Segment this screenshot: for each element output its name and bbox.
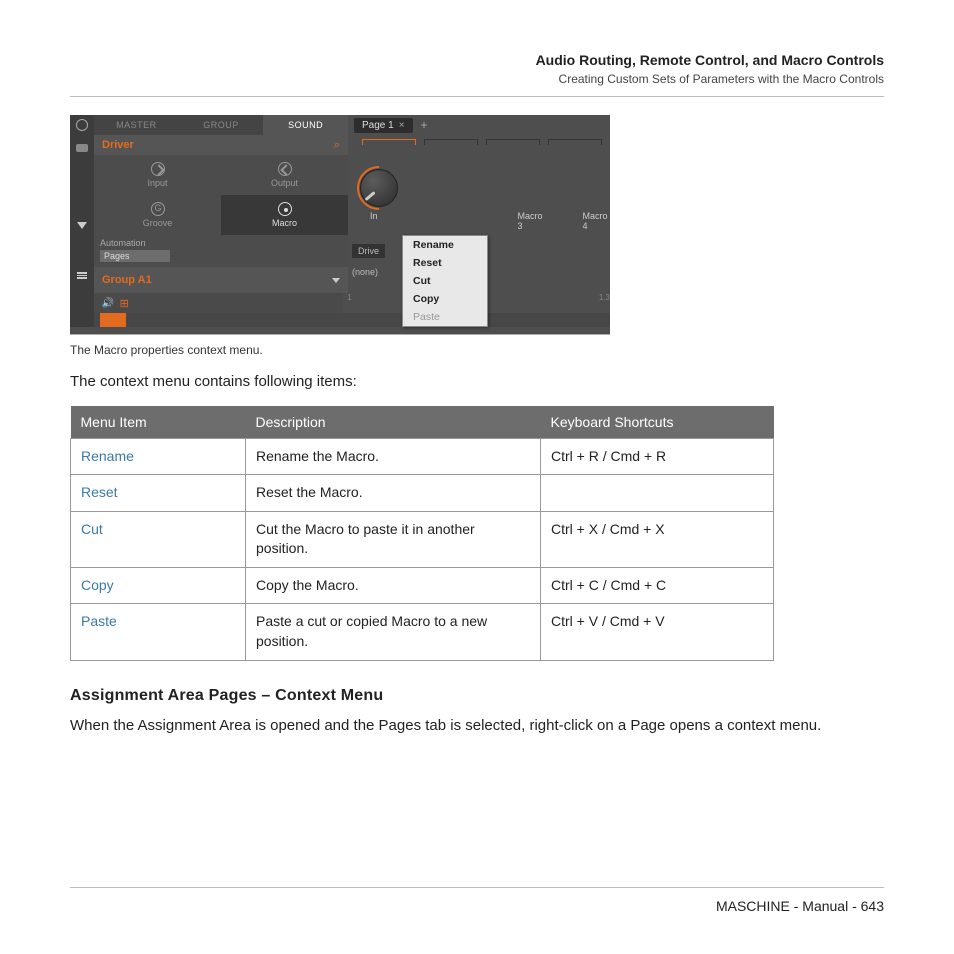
chevron-down-icon[interactable] bbox=[77, 222, 87, 229]
scope-tabs: MASTER GROUP SOUND bbox=[94, 115, 348, 135]
channel-input[interactable]: Input bbox=[94, 155, 221, 195]
header-title: Audio Routing, Remote Control, and Macro… bbox=[70, 52, 884, 68]
page-header: Audio Routing, Remote Control, and Macro… bbox=[70, 52, 884, 86]
th-menu-item: Menu Item bbox=[71, 406, 246, 439]
search-icon[interactable]: ⌕ bbox=[334, 139, 340, 152]
section-heading: Assignment Area Pages – Context Menu bbox=[70, 687, 884, 705]
table-row: Paste Paste a cut or copied Macro to a n… bbox=[71, 604, 774, 660]
target-driver-select[interactable]: Drive bbox=[352, 244, 385, 258]
context-menu-table: Menu Item Description Keyboard Shortcuts… bbox=[70, 406, 774, 661]
menu-icon[interactable] bbox=[77, 272, 87, 279]
cell-item: Rename bbox=[71, 438, 246, 475]
macro-knob-1[interactable] bbox=[360, 169, 398, 207]
cell-item: Paste bbox=[71, 604, 246, 660]
macro-label-3: Macro 3 bbox=[518, 211, 543, 231]
cell-item: Copy bbox=[71, 567, 246, 604]
add-page-button[interactable]: + bbox=[421, 118, 428, 132]
channel-groove[interactable]: Groove bbox=[94, 195, 221, 235]
record-icon[interactable] bbox=[76, 119, 88, 131]
macro-label-4: Macro 4 bbox=[583, 211, 608, 231]
cell-desc: Copy the Macro. bbox=[246, 567, 541, 604]
channel-macro[interactable]: Macro bbox=[221, 195, 348, 235]
ctx-paste: Paste bbox=[403, 308, 487, 326]
ctx-copy[interactable]: Copy bbox=[403, 290, 487, 308]
plugin-icon[interactable] bbox=[76, 144, 88, 152]
cell-item: Reset bbox=[71, 475, 246, 512]
cell-keys: Ctrl + X / Cmd + X bbox=[541, 511, 774, 567]
tab-master[interactable]: MASTER bbox=[94, 115, 179, 135]
table-row: Reset Reset the Macro. bbox=[71, 475, 774, 512]
page-footer: MASCHINE - Manual - 643 bbox=[70, 887, 884, 914]
pad-grid-icon[interactable]: ⊞ bbox=[120, 297, 129, 310]
macro-screenshot: MASTER GROUP SOUND Page 1 × + Driver ⌕ bbox=[70, 115, 610, 335]
tab-sound[interactable]: SOUND bbox=[263, 115, 348, 135]
page-tab[interactable]: Page 1 × bbox=[354, 118, 413, 133]
header-divider bbox=[70, 96, 884, 97]
macro-label-in: In bbox=[370, 211, 378, 231]
footer-text: MASCHINE - Manual - 643 bbox=[70, 898, 884, 914]
sound-name[interactable]: Driver bbox=[102, 139, 134, 151]
table-row: Copy Copy the Macro. Ctrl + C / Cmd + C bbox=[71, 567, 774, 604]
cell-keys: Ctrl + C / Cmd + C bbox=[541, 567, 774, 604]
page-tab-label: Page 1 bbox=[362, 120, 394, 131]
cell-desc: Cut the Macro to paste it in another pos… bbox=[246, 511, 541, 567]
cell-keys bbox=[541, 475, 774, 512]
channel-output[interactable]: Output bbox=[221, 155, 348, 195]
pages-tab[interactable]: Pages bbox=[100, 250, 170, 262]
cell-desc: Rename the Macro. bbox=[246, 438, 541, 475]
ctx-reset[interactable]: Reset bbox=[403, 254, 487, 272]
automation-label: Automation bbox=[100, 238, 342, 248]
group-dropdown-icon[interactable] bbox=[332, 278, 340, 283]
th-keyboard-shortcuts: Keyboard Shortcuts bbox=[541, 406, 774, 439]
th-description: Description bbox=[246, 406, 541, 439]
group-name[interactable]: Group A1 bbox=[102, 274, 152, 286]
ctx-rename[interactable]: Rename bbox=[403, 236, 487, 254]
cell-keys: Ctrl + R / Cmd + R bbox=[541, 438, 774, 475]
cell-desc: Paste a cut or copied Macro to a new pos… bbox=[246, 604, 541, 660]
table-row: Rename Rename the Macro. Ctrl + R / Cmd … bbox=[71, 438, 774, 475]
section-paragraph: When the Assignment Area is opened and t… bbox=[70, 715, 884, 738]
macro-context-menu: Rename Reset Cut Copy Paste bbox=[402, 235, 488, 327]
cell-keys: Ctrl + V / Cmd + V bbox=[541, 604, 774, 660]
pattern-clip[interactable] bbox=[100, 313, 126, 327]
speaker-icon[interactable]: 🔊 bbox=[102, 298, 112, 308]
table-row: Cut Cut the Macro to paste it in another… bbox=[71, 511, 774, 567]
close-icon[interactable]: × bbox=[399, 120, 405, 131]
header-subtitle: Creating Custom Sets of Parameters with … bbox=[70, 72, 884, 86]
ctx-cut[interactable]: Cut bbox=[403, 272, 487, 290]
figure-caption: The Macro properties context menu. bbox=[70, 343, 884, 357]
intro-paragraph: The context menu contains following item… bbox=[70, 371, 884, 394]
cell-desc: Reset the Macro. bbox=[246, 475, 541, 512]
cell-item: Cut bbox=[71, 511, 246, 567]
tab-group[interactable]: GROUP bbox=[179, 115, 264, 135]
